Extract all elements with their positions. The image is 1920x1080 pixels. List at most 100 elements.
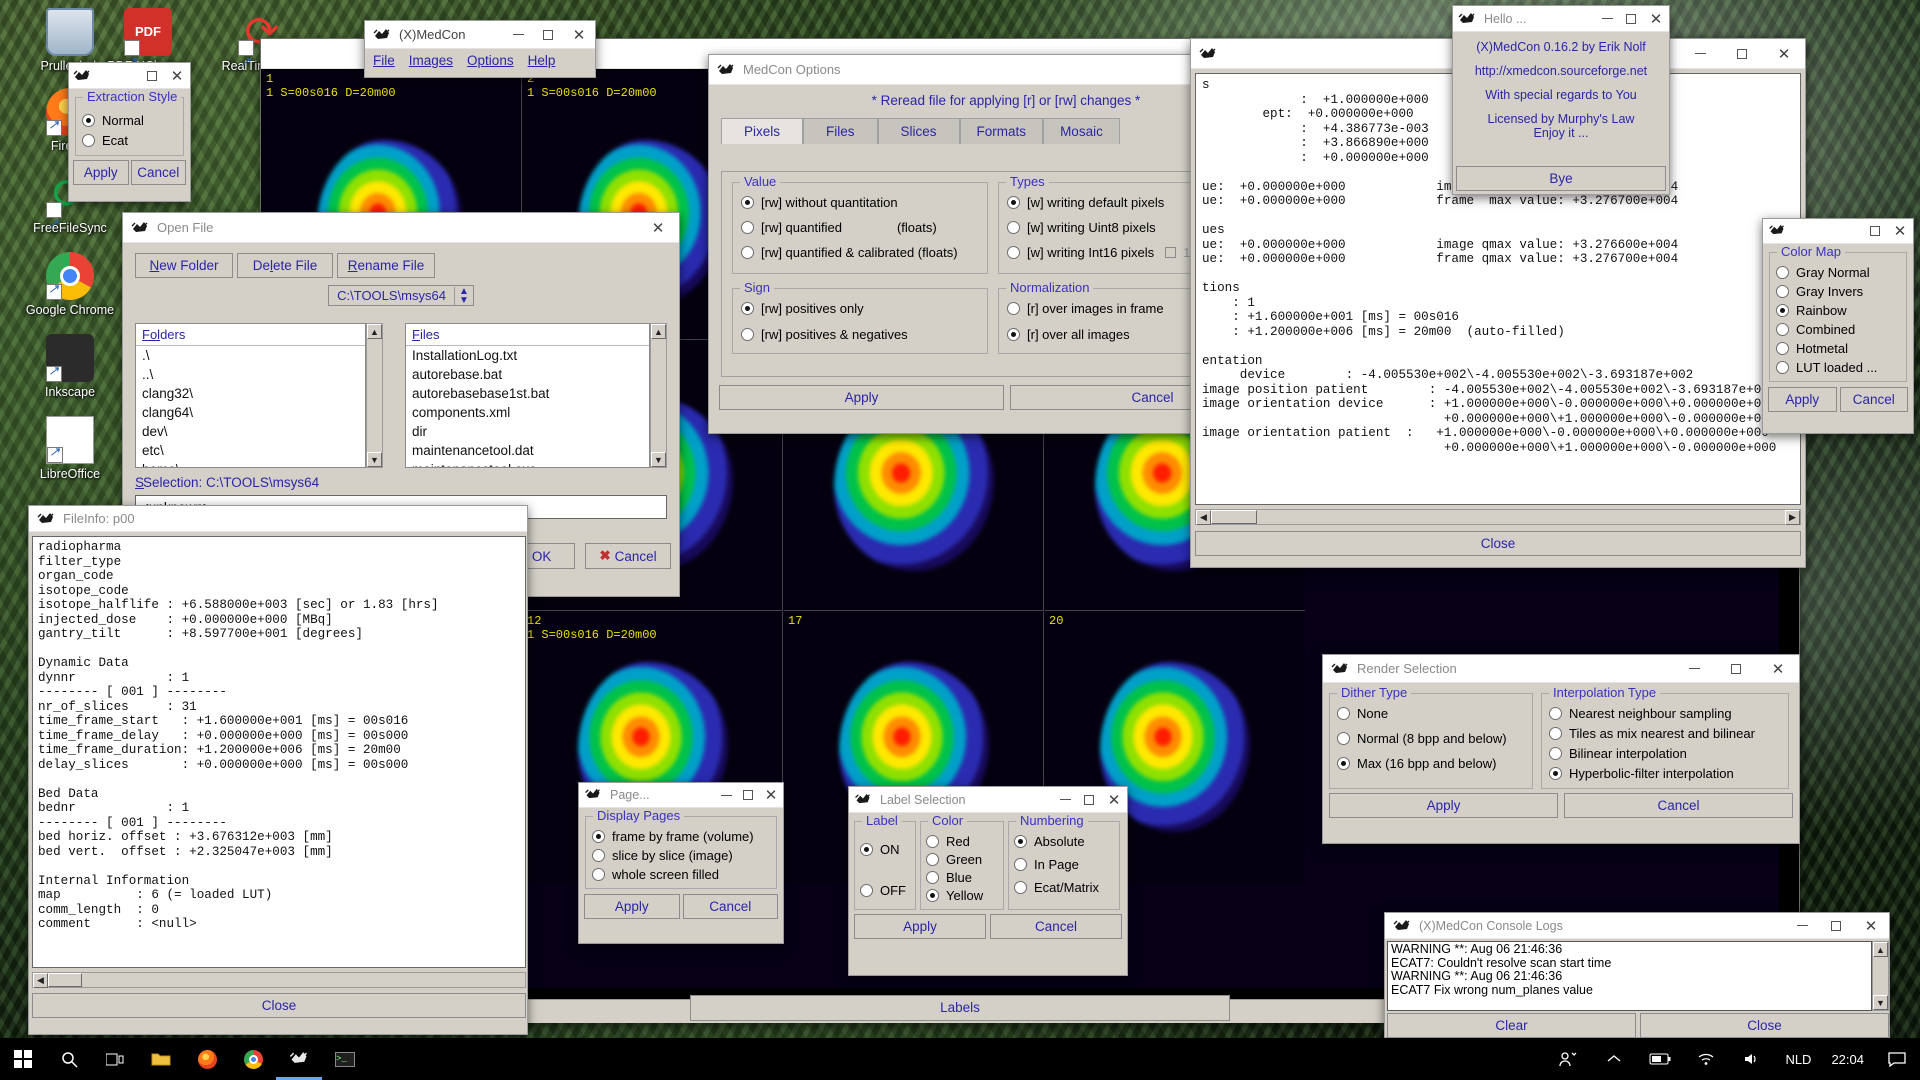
minimize-button[interactable] (1785, 913, 1819, 938)
radio-interp-bilinear[interactable]: Bilinear interpolation (1549, 746, 1781, 761)
radio-numbering-absolute[interactable]: Absolute (1014, 834, 1114, 849)
taskbar-chrome-icon[interactable] (230, 1038, 276, 1080)
list-item[interactable]: clang32\ (136, 384, 365, 403)
people-icon[interactable] (1545, 1038, 1591, 1080)
radio-icon[interactable] (1007, 302, 1020, 315)
radio-icon[interactable] (860, 843, 873, 856)
radio-icon[interactable] (1007, 196, 1020, 209)
radio-icon[interactable] (1007, 328, 1020, 341)
scroll-right-icon[interactable]: ▶ (1785, 510, 1800, 525)
radio-icon[interactable] (741, 196, 754, 209)
task-view-icon[interactable] (92, 1038, 138, 1080)
rename-file-button[interactable]: Rename File (337, 253, 435, 278)
radio-icon[interactable] (1007, 221, 1020, 234)
desktop-icon-google-chrome[interactable]: Google Chrome (18, 252, 122, 317)
radio-label-on[interactable]: ON (860, 842, 910, 857)
radio-icon[interactable] (1014, 858, 1027, 871)
tab-pixels[interactable]: Pixels (721, 118, 804, 144)
radio-quantified-calibrated[interactable]: [rw] quantified & calibrated (floats) (741, 245, 979, 260)
list-item[interactable]: components.xml (406, 403, 649, 422)
battery-icon[interactable] (1637, 1038, 1683, 1080)
folders-scrollbar[interactable]: ▲ ▼ (366, 323, 383, 468)
radio-icon[interactable] (741, 246, 754, 259)
radio-icon[interactable] (1337, 757, 1350, 770)
radio-gray-normal[interactable]: Gray Normal (1776, 265, 1900, 280)
radio-lut-loaded[interactable]: LUT loaded ... (1776, 360, 1900, 375)
list-item[interactable]: autorebase.bat (406, 365, 649, 384)
cancel-button[interactable]: Cancel (130, 160, 186, 185)
fileinfo-left-titlebar[interactable]: FileInfo: p00 (29, 506, 527, 532)
radio-icon[interactable] (1776, 361, 1789, 374)
maximize-button[interactable] (1619, 6, 1643, 31)
apply-button[interactable]: Apply (584, 894, 680, 919)
close-button[interactable]: ✕ (563, 21, 595, 48)
radio-color-blue[interactable]: Blue (926, 870, 998, 885)
scroll-down-icon[interactable]: ▼ (651, 452, 666, 467)
hello-titlebar[interactable]: Hello ... ✕ (1453, 6, 1669, 32)
close-button[interactable]: ✕ (1757, 654, 1799, 683)
maximize-button[interactable] (1863, 219, 1887, 243)
radio-interp-tiles[interactable]: Tiles as mix nearest and bilinear (1549, 726, 1781, 741)
apply-button[interactable]: Apply (1768, 387, 1837, 412)
maximize-button[interactable] (1077, 787, 1101, 812)
close-button[interactable]: ✕ (1643, 6, 1669, 31)
tab-files[interactable]: Files (803, 118, 878, 144)
radio-color-green[interactable]: Green (926, 852, 998, 867)
fileinfo-right-hscrollbar[interactable]: ◀ ▶ (1195, 509, 1801, 525)
list-item[interactable]: home\ (136, 460, 365, 467)
radio-numbering-ecat-matrix[interactable]: Ecat/Matrix (1014, 880, 1114, 895)
radio-rainbow[interactable]: Rainbow (1776, 303, 1900, 318)
radio-icon[interactable] (741, 302, 754, 315)
wifi-icon[interactable] (1683, 1038, 1729, 1080)
delete-file-button[interactable]: Delete File (237, 253, 333, 278)
maximize-button[interactable] (1819, 913, 1853, 938)
fileinfo-left-text[interactable]: radiopharma filter_type organ_code isoto… (32, 536, 526, 968)
radio-positives-only[interactable]: [rw] positives only (741, 301, 979, 316)
apply-button[interactable]: Apply (1329, 793, 1558, 818)
extraction-style-titlebar[interactable]: ✕ (69, 63, 190, 89)
start-button[interactable] (0, 1038, 46, 1080)
scroll-up-icon[interactable]: ▲ (651, 324, 666, 339)
radio-dither-normal[interactable]: Normal (8 bpp and below) (1337, 731, 1525, 746)
cancel-button[interactable]: Cancel (1564, 793, 1793, 818)
radio-icon[interactable] (926, 835, 939, 848)
labels-button[interactable]: Labels (690, 995, 1230, 1021)
radio-icon[interactable] (592, 868, 605, 881)
chevron-updown-icon[interactable]: ▲ ▼ (453, 286, 473, 305)
taskbar-firefox-icon[interactable] (184, 1038, 230, 1080)
radio-icon[interactable] (741, 221, 754, 234)
console-logs-text[interactable]: WARNING **: Aug 06 21:46:36 ECAT7: Could… (1387, 941, 1872, 1011)
radio-icon[interactable] (1337, 732, 1350, 745)
tab-slices[interactable]: Slices (877, 118, 960, 144)
menu-file[interactable]: File (373, 53, 395, 68)
radio-label-off[interactable]: OFF (860, 883, 910, 898)
cancel-button[interactable]: Cancel (1839, 387, 1908, 412)
list-item[interactable]: etc\ (136, 441, 365, 460)
radio-hotmetal[interactable]: Hotmetal (1776, 341, 1900, 356)
label-selection-titlebar[interactable]: Label Selection ✕ (849, 787, 1127, 813)
list-item[interactable]: InstallationLog.txt (406, 346, 649, 365)
radio-ecat[interactable]: Ecat (82, 133, 177, 148)
taskbar-xmedcon-icon[interactable] (276, 1038, 322, 1080)
scroll-down-icon[interactable]: ▼ (1873, 995, 1888, 1010)
radio-icon[interactable] (1776, 304, 1789, 317)
list-item[interactable]: autorebasebase1st.bat (406, 384, 649, 403)
files-scrollbar[interactable]: ▲ ▼ (650, 323, 667, 468)
menu-help[interactable]: Help (528, 53, 556, 68)
radio-icon[interactable] (82, 114, 95, 127)
radio-numbering-in-page[interactable]: In Page (1014, 857, 1114, 872)
open-file-titlebar[interactable]: Open File ✕ (123, 213, 679, 243)
colormap-titlebar[interactable]: ✕ (1763, 219, 1913, 244)
close-button[interactable]: ✕ (637, 213, 679, 242)
bye-button[interactable]: Bye (1456, 166, 1666, 191)
close-button[interactable]: ✕ (1887, 219, 1913, 243)
close-button[interactable]: Close (1195, 531, 1801, 556)
radio-normal[interactable]: Normal (82, 113, 177, 128)
list-item[interactable]: dev\ (136, 422, 365, 441)
radio-icon[interactable] (1014, 835, 1027, 848)
clear-button[interactable]: Clear (1387, 1013, 1636, 1038)
menu-options[interactable]: Options (467, 53, 514, 68)
close-button[interactable]: ✕ (1763, 39, 1805, 68)
radio-icon[interactable] (1007, 246, 1020, 259)
minimize-button[interactable] (1673, 654, 1715, 683)
